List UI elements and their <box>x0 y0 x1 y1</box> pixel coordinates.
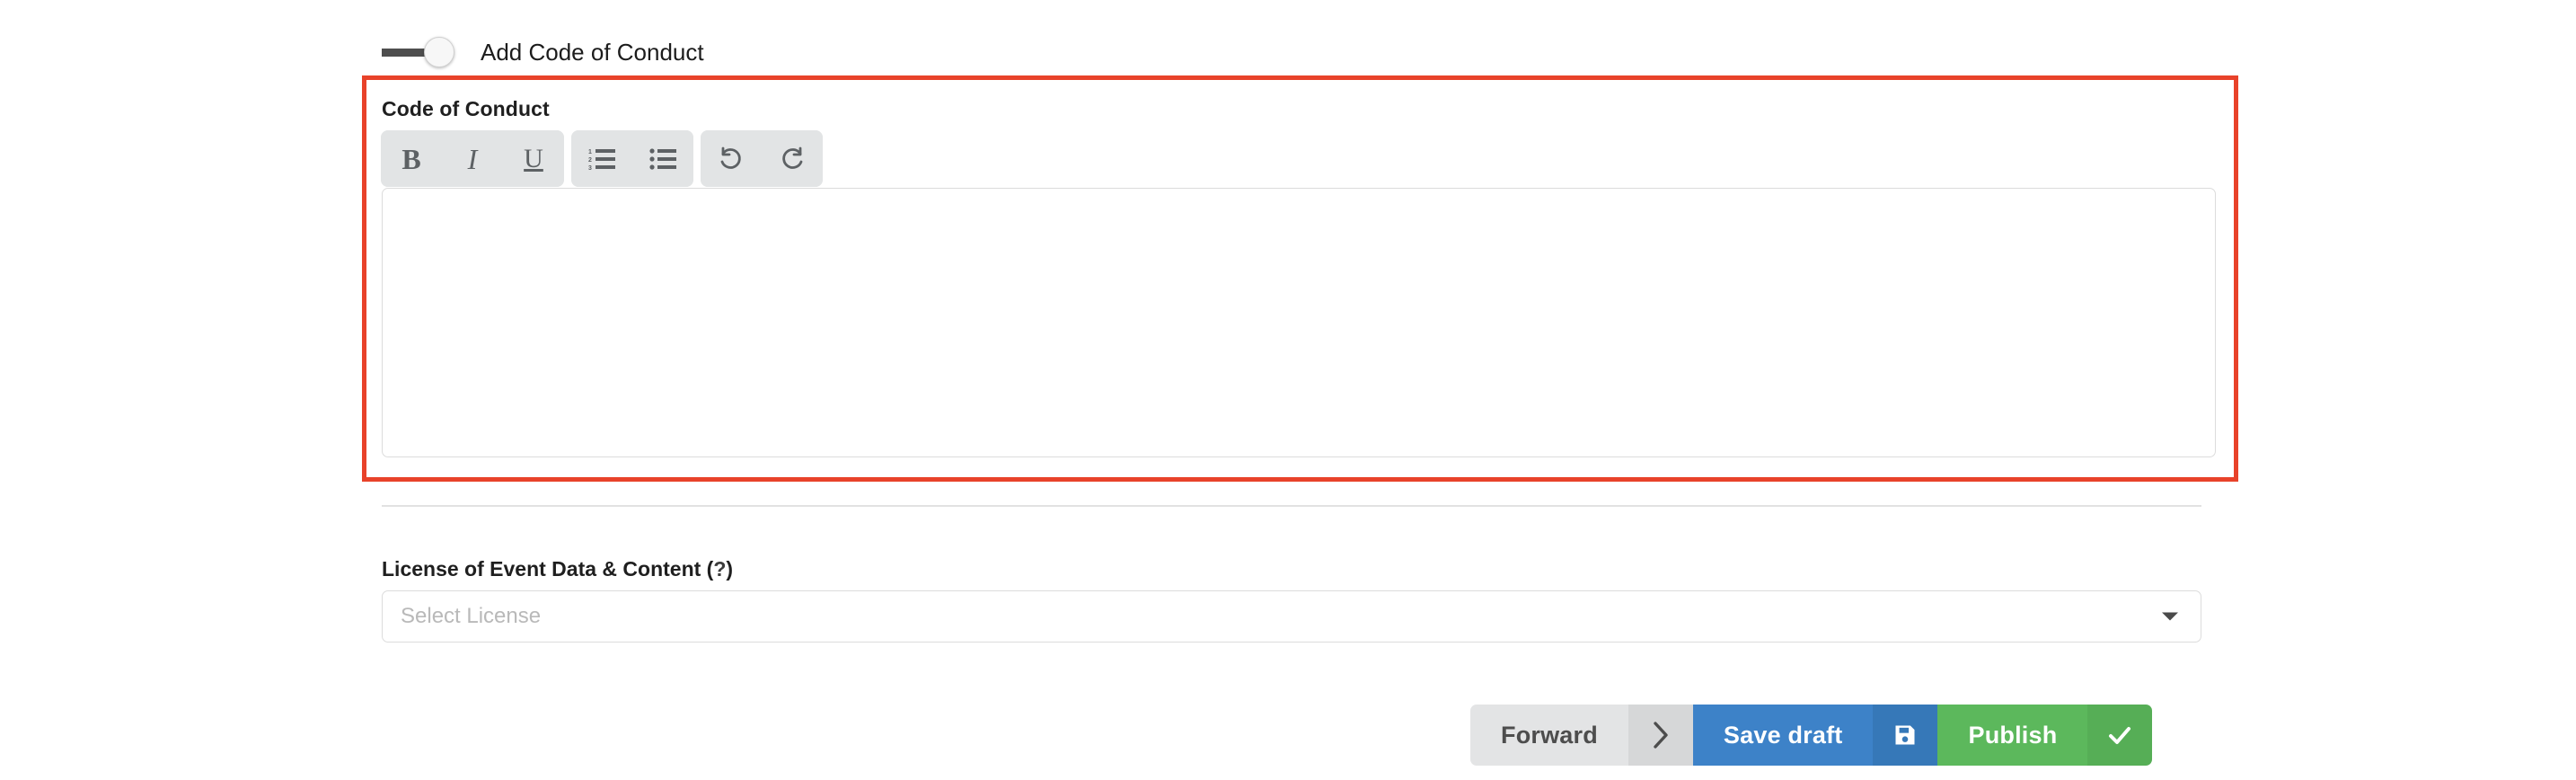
underline-button[interactable]: U <box>503 130 564 187</box>
license-label: License of Event Data & Content (?) <box>382 557 733 581</box>
svg-text:2: 2 <box>588 157 592 164</box>
license-label-text: License of Event Data & Content ( <box>382 557 714 581</box>
undo-icon <box>720 146 741 169</box>
toolbar-group-text-format: B I U <box>381 130 564 187</box>
publish-button-label: Publish <box>1937 705 2088 766</box>
svg-text:3: 3 <box>588 165 592 171</box>
forward-button-label: Forward <box>1470 705 1628 766</box>
save-draft-button-label: Save draft <box>1692 705 1874 766</box>
rich-text-toolbar: B I U 1 2 3 <box>381 130 823 187</box>
redo-icon <box>782 146 803 169</box>
license-label-close: ) <box>726 557 734 581</box>
forward-button[interactable]: Forward <box>1470 705 1693 766</box>
chevron-down-icon[interactable] <box>2162 612 2178 621</box>
save-draft-button[interactable]: Save draft <box>1692 705 1938 766</box>
bold-icon: B <box>401 142 421 175</box>
bold-button[interactable]: B <box>381 130 442 187</box>
publish-button[interactable]: Publish <box>1937 705 2153 766</box>
code-of-conduct-editor[interactable] <box>382 188 2216 457</box>
license-select-placeholder: Select License <box>401 604 542 628</box>
add-code-of-conduct-row: Add Code of Conduct <box>382 34 704 70</box>
license-select[interactable]: Select License <box>382 590 2201 643</box>
unordered-list-button[interactable] <box>632 130 693 187</box>
floppy-disk-icon <box>1873 705 1938 766</box>
license-select-wrap: Select License <box>382 590 2201 643</box>
code-of-conduct-label: Code of Conduct <box>382 97 550 120</box>
check-icon <box>2087 705 2153 766</box>
unordered-list-icon <box>649 147 676 170</box>
toolbar-group-history <box>701 130 823 187</box>
form-actions: Forward Save draft Publish <box>1470 705 2153 766</box>
toggle-knob[interactable] <box>424 37 454 67</box>
ordered-list-button[interactable]: 1 2 3 <box>571 130 632 187</box>
toolbar-group-lists: 1 2 3 <box>571 130 693 187</box>
section-divider <box>382 505 2201 507</box>
add-code-of-conduct-toggle[interactable] <box>382 37 459 67</box>
underline-icon: U <box>524 144 543 173</box>
ordered-list-icon: 1 2 3 <box>588 148 615 171</box>
undo-button[interactable] <box>701 130 762 187</box>
help-icon[interactable]: ? <box>713 557 726 581</box>
add-code-of-conduct-label: Add Code of Conduct <box>481 39 704 66</box>
redo-button[interactable] <box>762 130 823 187</box>
chevron-right-icon <box>1628 705 1693 766</box>
italic-button[interactable]: I <box>442 130 503 187</box>
italic-icon: I <box>467 142 478 175</box>
svg-text:1: 1 <box>588 149 592 155</box>
event-form-page: Add Code of Conduct Code of Conduct B I … <box>0 0 2576 780</box>
